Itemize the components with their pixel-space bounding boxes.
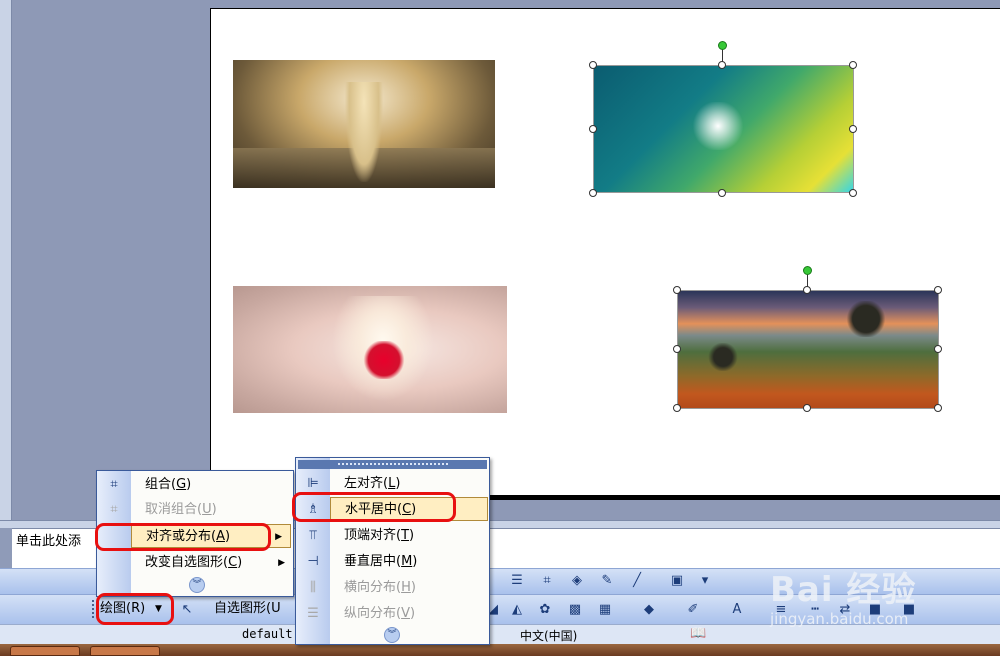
align-distribute-submenu: ⊫ 左对齐(L) ♗ 水平居中(C) ⫪ 顶端对齐(T) ⊣ 垂直居中(M) ⫼… [295, 457, 490, 645]
format-painter-icon[interactable]: ✎ [598, 572, 616, 590]
toolbar-options-icon[interactable]: ▾ [696, 572, 714, 590]
group-icon: ⌗ [110, 477, 118, 492]
line-color-icon[interactable]: ✐ [684, 601, 702, 619]
resize-handle[interactable] [934, 404, 942, 412]
submenu-arrow-icon: ▶ [275, 532, 282, 542]
autoshapes-button[interactable]: 自选图形(U [214, 599, 281, 619]
rotate-handle[interactable] [803, 266, 812, 275]
menu-item-change-autoshape[interactable]: 改变自选图形(C) ▶ [131, 551, 293, 575]
annotation-ring [292, 492, 456, 522]
resize-handle[interactable] [589, 189, 597, 197]
resize-handle[interactable] [934, 286, 942, 294]
template-name: default [242, 627, 293, 641]
submenu-drag-handle[interactable] [298, 460, 487, 469]
distribute-horizontal-icon: ⫼ [310, 580, 316, 595]
distribute-vertical-icon: ☰ [307, 606, 319, 621]
double-chevron-down-icon[interactable]: ︾ [384, 627, 400, 643]
resize-handle[interactable] [589, 61, 597, 69]
menu-item-align-middle[interactable]: 垂直居中(M) [330, 550, 486, 574]
clipart-icon[interactable]: ✿ [536, 601, 554, 619]
line-icon[interactable]: ╱ [628, 572, 646, 590]
line-style-icon[interactable]: ☰ [508, 572, 526, 590]
resize-handle[interactable] [673, 345, 681, 353]
picture-girl-by-water[interactable] [233, 60, 495, 188]
double-chevron-down-icon[interactable]: ︾ [189, 577, 205, 593]
picture-icon[interactable]: ▩ [566, 601, 584, 619]
select-objects-icon[interactable]: ⌗ [538, 572, 556, 590]
resize-handle[interactable] [718, 61, 726, 69]
notes-placeholder: 单击此处添 [16, 534, 82, 549]
align-left-icon: ⊫ [307, 476, 319, 491]
resize-handle[interactable] [849, 125, 857, 133]
language-indicator: 中文(中国) [520, 629, 578, 643]
align-middle-icon: ⊣ [307, 554, 319, 569]
diagram-icon[interactable]: ◭ [508, 601, 526, 619]
menu-item-distribute-vertical[interactable]: 纵向分布(V) [330, 602, 486, 626]
menu-item-group[interactable]: 组合(G) [131, 473, 293, 497]
menu-item-distribute-horizontal[interactable]: 横向分布(H) [330, 576, 486, 600]
image-icon[interactable]: ▦ [596, 601, 614, 619]
spellcheck-icon[interactable]: 📖 [690, 626, 706, 641]
resize-handle[interactable] [803, 286, 811, 294]
annotation-ring [95, 523, 271, 551]
selection-frame [593, 65, 854, 193]
fill-color-icon[interactable]: ◆ [640, 601, 658, 619]
insert-picture-icon[interactable]: ▣ [668, 572, 686, 590]
font-color-icon[interactable]: A [728, 601, 746, 619]
align-top-icon: ⫪ [309, 528, 317, 543]
rotate-handle[interactable] [718, 41, 727, 50]
resize-handle[interactable] [849, 61, 857, 69]
slide-pane-rail [0, 0, 12, 520]
menu-item-align-top[interactable]: 顶端对齐(T) [330, 524, 486, 548]
annotation-ring [96, 593, 174, 625]
baidu-jingyan-watermark: Bai 经验 [770, 570, 917, 610]
selection-frame [677, 290, 939, 409]
resize-handle[interactable] [673, 404, 681, 412]
resize-handle[interactable] [803, 404, 811, 412]
resize-handle[interactable] [673, 286, 681, 294]
picture-red-leaf[interactable] [233, 286, 507, 413]
ungroup-icon: ⌗ [110, 502, 118, 517]
resize-handle[interactable] [849, 189, 857, 197]
resize-handle[interactable] [589, 125, 597, 133]
shadow-icon[interactable]: ◈ [568, 572, 586, 590]
taskbar-button[interactable] [10, 646, 80, 656]
resize-handle[interactable] [934, 345, 942, 353]
submenu-arrow-icon: ▶ [278, 558, 285, 568]
watermark-url: jingyan.baidu.com [770, 610, 909, 628]
taskbar-button[interactable] [90, 646, 160, 656]
cursor-arrow-icon[interactable]: ↖ [178, 601, 196, 619]
menu-item-ungroup[interactable]: 取消组合(U) [131, 498, 293, 522]
resize-handle[interactable] [718, 189, 726, 197]
